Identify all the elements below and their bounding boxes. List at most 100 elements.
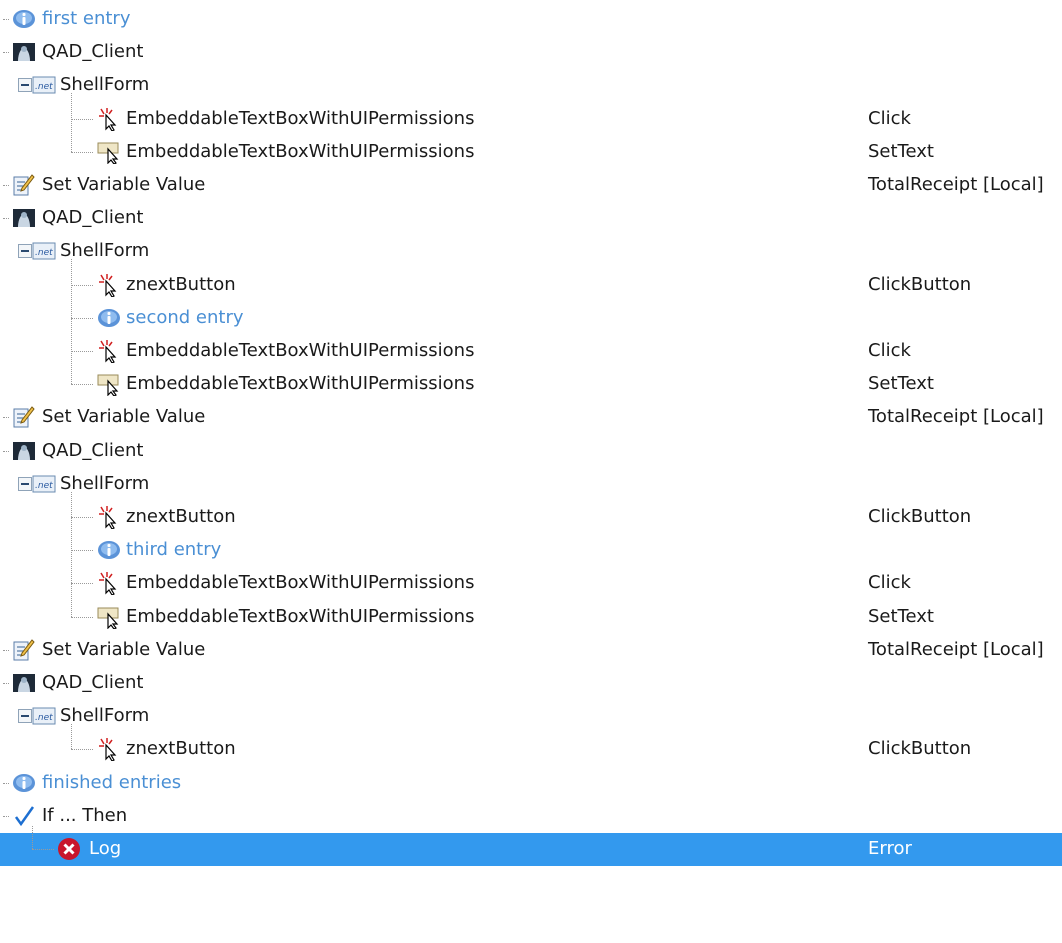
tree-row-comment[interactable]: first entry xyxy=(0,3,1062,36)
step-label: third entry xyxy=(126,539,222,561)
tree-row-click[interactable]: znextButton ClickButton xyxy=(0,733,1062,766)
step-label: If ... Then xyxy=(42,804,128,826)
step-value: SetText xyxy=(868,140,934,162)
tree-connector xyxy=(3,19,9,20)
tree-row-comment[interactable]: third entry xyxy=(0,534,1062,567)
step-value: TotalReceipt [Local] xyxy=(868,174,1044,195)
tree-connector xyxy=(71,583,93,585)
tree-row-comment[interactable]: finished entries xyxy=(0,767,1062,800)
tree-connector xyxy=(71,259,72,385)
step-label: znextButton xyxy=(126,738,236,760)
tree-connector xyxy=(71,491,72,617)
svg-text:.net: .net xyxy=(35,481,53,491)
step-label: QAD_Client xyxy=(42,207,144,229)
set-text-icon xyxy=(97,605,121,630)
step-label: EmbeddableTextBoxWithUIPermissions xyxy=(126,572,475,594)
step-value: SetText xyxy=(868,373,934,395)
mouse-click-icon xyxy=(97,339,121,364)
info-icon xyxy=(12,771,36,795)
tree-row-setvar[interactable]: Set Variable Value TotalReceipt [Local] xyxy=(0,634,1062,667)
step-value: Click xyxy=(868,572,911,594)
tree-row-form[interactable]: .net ShellForm xyxy=(0,235,1062,268)
tree-row-settext[interactable]: EmbeddableTextBoxWithUIPermissions SetTex… xyxy=(0,368,1062,401)
set-variable-icon xyxy=(12,173,36,197)
tree-connector xyxy=(3,683,9,684)
tree-row-comment[interactable]: second entry xyxy=(0,302,1062,335)
tree-row-form[interactable]: .net ShellForm xyxy=(0,468,1062,501)
step-value: Click xyxy=(868,340,911,361)
step-label: znextButton xyxy=(126,273,236,295)
collapse-toggle[interactable] xyxy=(18,476,32,491)
step-value: SetText xyxy=(868,605,934,627)
tree-connector xyxy=(32,825,33,849)
step-label: EmbeddableTextBoxWithUIPermissions xyxy=(126,140,475,162)
mouse-click-icon xyxy=(97,571,121,597)
tree-row-setvar[interactable]: Set Variable Value TotalReceipt [Local] xyxy=(0,169,1062,202)
step-label: finished entries xyxy=(42,771,182,793)
tree-row-ifthen[interactable]: If ... Then xyxy=(0,800,1062,833)
tree-row-setvar[interactable]: Set Variable Value TotalReceipt [Local] xyxy=(0,401,1062,434)
step-label: Set Variable Value xyxy=(42,174,206,195)
tree-connector xyxy=(71,317,93,319)
tree-connector xyxy=(71,284,93,286)
set-text-icon xyxy=(97,372,121,397)
application-icon xyxy=(12,206,36,230)
application-icon xyxy=(12,439,36,463)
step-value: TotalReceipt [Local] xyxy=(868,638,1044,660)
set-text-icon xyxy=(97,140,121,165)
mouse-click-icon xyxy=(97,737,121,763)
info-icon xyxy=(12,7,36,31)
tree-row-click[interactable]: znextButton ClickButton xyxy=(0,269,1062,302)
tree-row-settext[interactable]: EmbeddableTextBoxWithUIPermissions SetTex… xyxy=(0,136,1062,169)
step-label: Set Variable Value xyxy=(42,638,206,660)
tree-connector xyxy=(3,450,9,452)
tree-row-error[interactable]: Log Error xyxy=(0,833,1062,866)
step-label: EmbeddableTextBoxWithUIPermissions xyxy=(126,107,475,129)
tree-row-app[interactable]: QAD_Client xyxy=(0,667,1062,700)
step-label: ShellForm xyxy=(60,240,150,262)
step-value: ClickButton xyxy=(868,506,972,527)
step-label: QAD_Client xyxy=(42,41,144,63)
step-label: EmbeddableTextBoxWithUIPermissions xyxy=(126,373,475,395)
set-variable-icon xyxy=(12,638,36,662)
step-label: QAD_Client xyxy=(42,439,144,461)
step-value: ClickButton xyxy=(868,273,972,295)
step-value: TotalReceipt [Local] xyxy=(868,406,1044,428)
tree-connector xyxy=(71,93,72,152)
tree-row-click[interactable]: EmbeddableTextBoxWithUIPermissions Click xyxy=(0,567,1062,600)
step-label: QAD_Client xyxy=(42,672,144,693)
step-value: Click xyxy=(868,107,911,129)
step-label: ShellForm xyxy=(60,472,150,494)
tree-connector xyxy=(71,151,93,153)
step-label: first entry xyxy=(42,8,131,29)
mouse-click-icon xyxy=(97,107,121,132)
collapse-toggle[interactable] xyxy=(18,709,32,724)
collapse-toggle[interactable] xyxy=(18,244,32,259)
step-label: Set Variable Value xyxy=(42,406,206,428)
tree-connector xyxy=(71,384,93,386)
svg-text:.net: .net xyxy=(35,248,53,258)
mouse-click-icon xyxy=(97,273,121,298)
step-label: znextButton xyxy=(126,506,236,527)
dotnet-form-icon: .net xyxy=(32,704,56,728)
error-icon xyxy=(57,837,81,861)
tree-row-click[interactable]: EmbeddableTextBoxWithUIPermissions Click xyxy=(0,103,1062,136)
tree-row-form[interactable]: .net ShellForm xyxy=(0,700,1062,733)
tree-row-app[interactable]: QAD_Client xyxy=(0,36,1062,69)
tree-connector xyxy=(3,185,9,186)
collapse-toggle[interactable] xyxy=(18,78,32,93)
tree-row-settext[interactable]: EmbeddableTextBoxWithUIPermissions SetTex… xyxy=(0,601,1062,634)
step-value: Error xyxy=(868,838,912,859)
test-steps-tree[interactable]: first entry QAD_Client .net ShellForm Embedd… xyxy=(0,0,1062,943)
step-label: Log xyxy=(89,838,122,859)
step-label: ShellForm xyxy=(60,74,150,96)
tree-row-app[interactable]: QAD_Client xyxy=(0,435,1062,468)
tree-row-click[interactable]: EmbeddableTextBoxWithUIPermissions Click xyxy=(0,335,1062,368)
mouse-click-icon xyxy=(97,505,121,530)
tree-row-app[interactable]: QAD_Client xyxy=(0,202,1062,235)
tree-connector xyxy=(71,724,72,750)
tree-row-click[interactable]: znextButton ClickButton xyxy=(0,501,1062,534)
tree-row-form[interactable]: .net ShellForm xyxy=(0,69,1062,102)
step-label: EmbeddableTextBoxWithUIPermissions xyxy=(126,605,475,627)
application-icon xyxy=(12,671,36,695)
